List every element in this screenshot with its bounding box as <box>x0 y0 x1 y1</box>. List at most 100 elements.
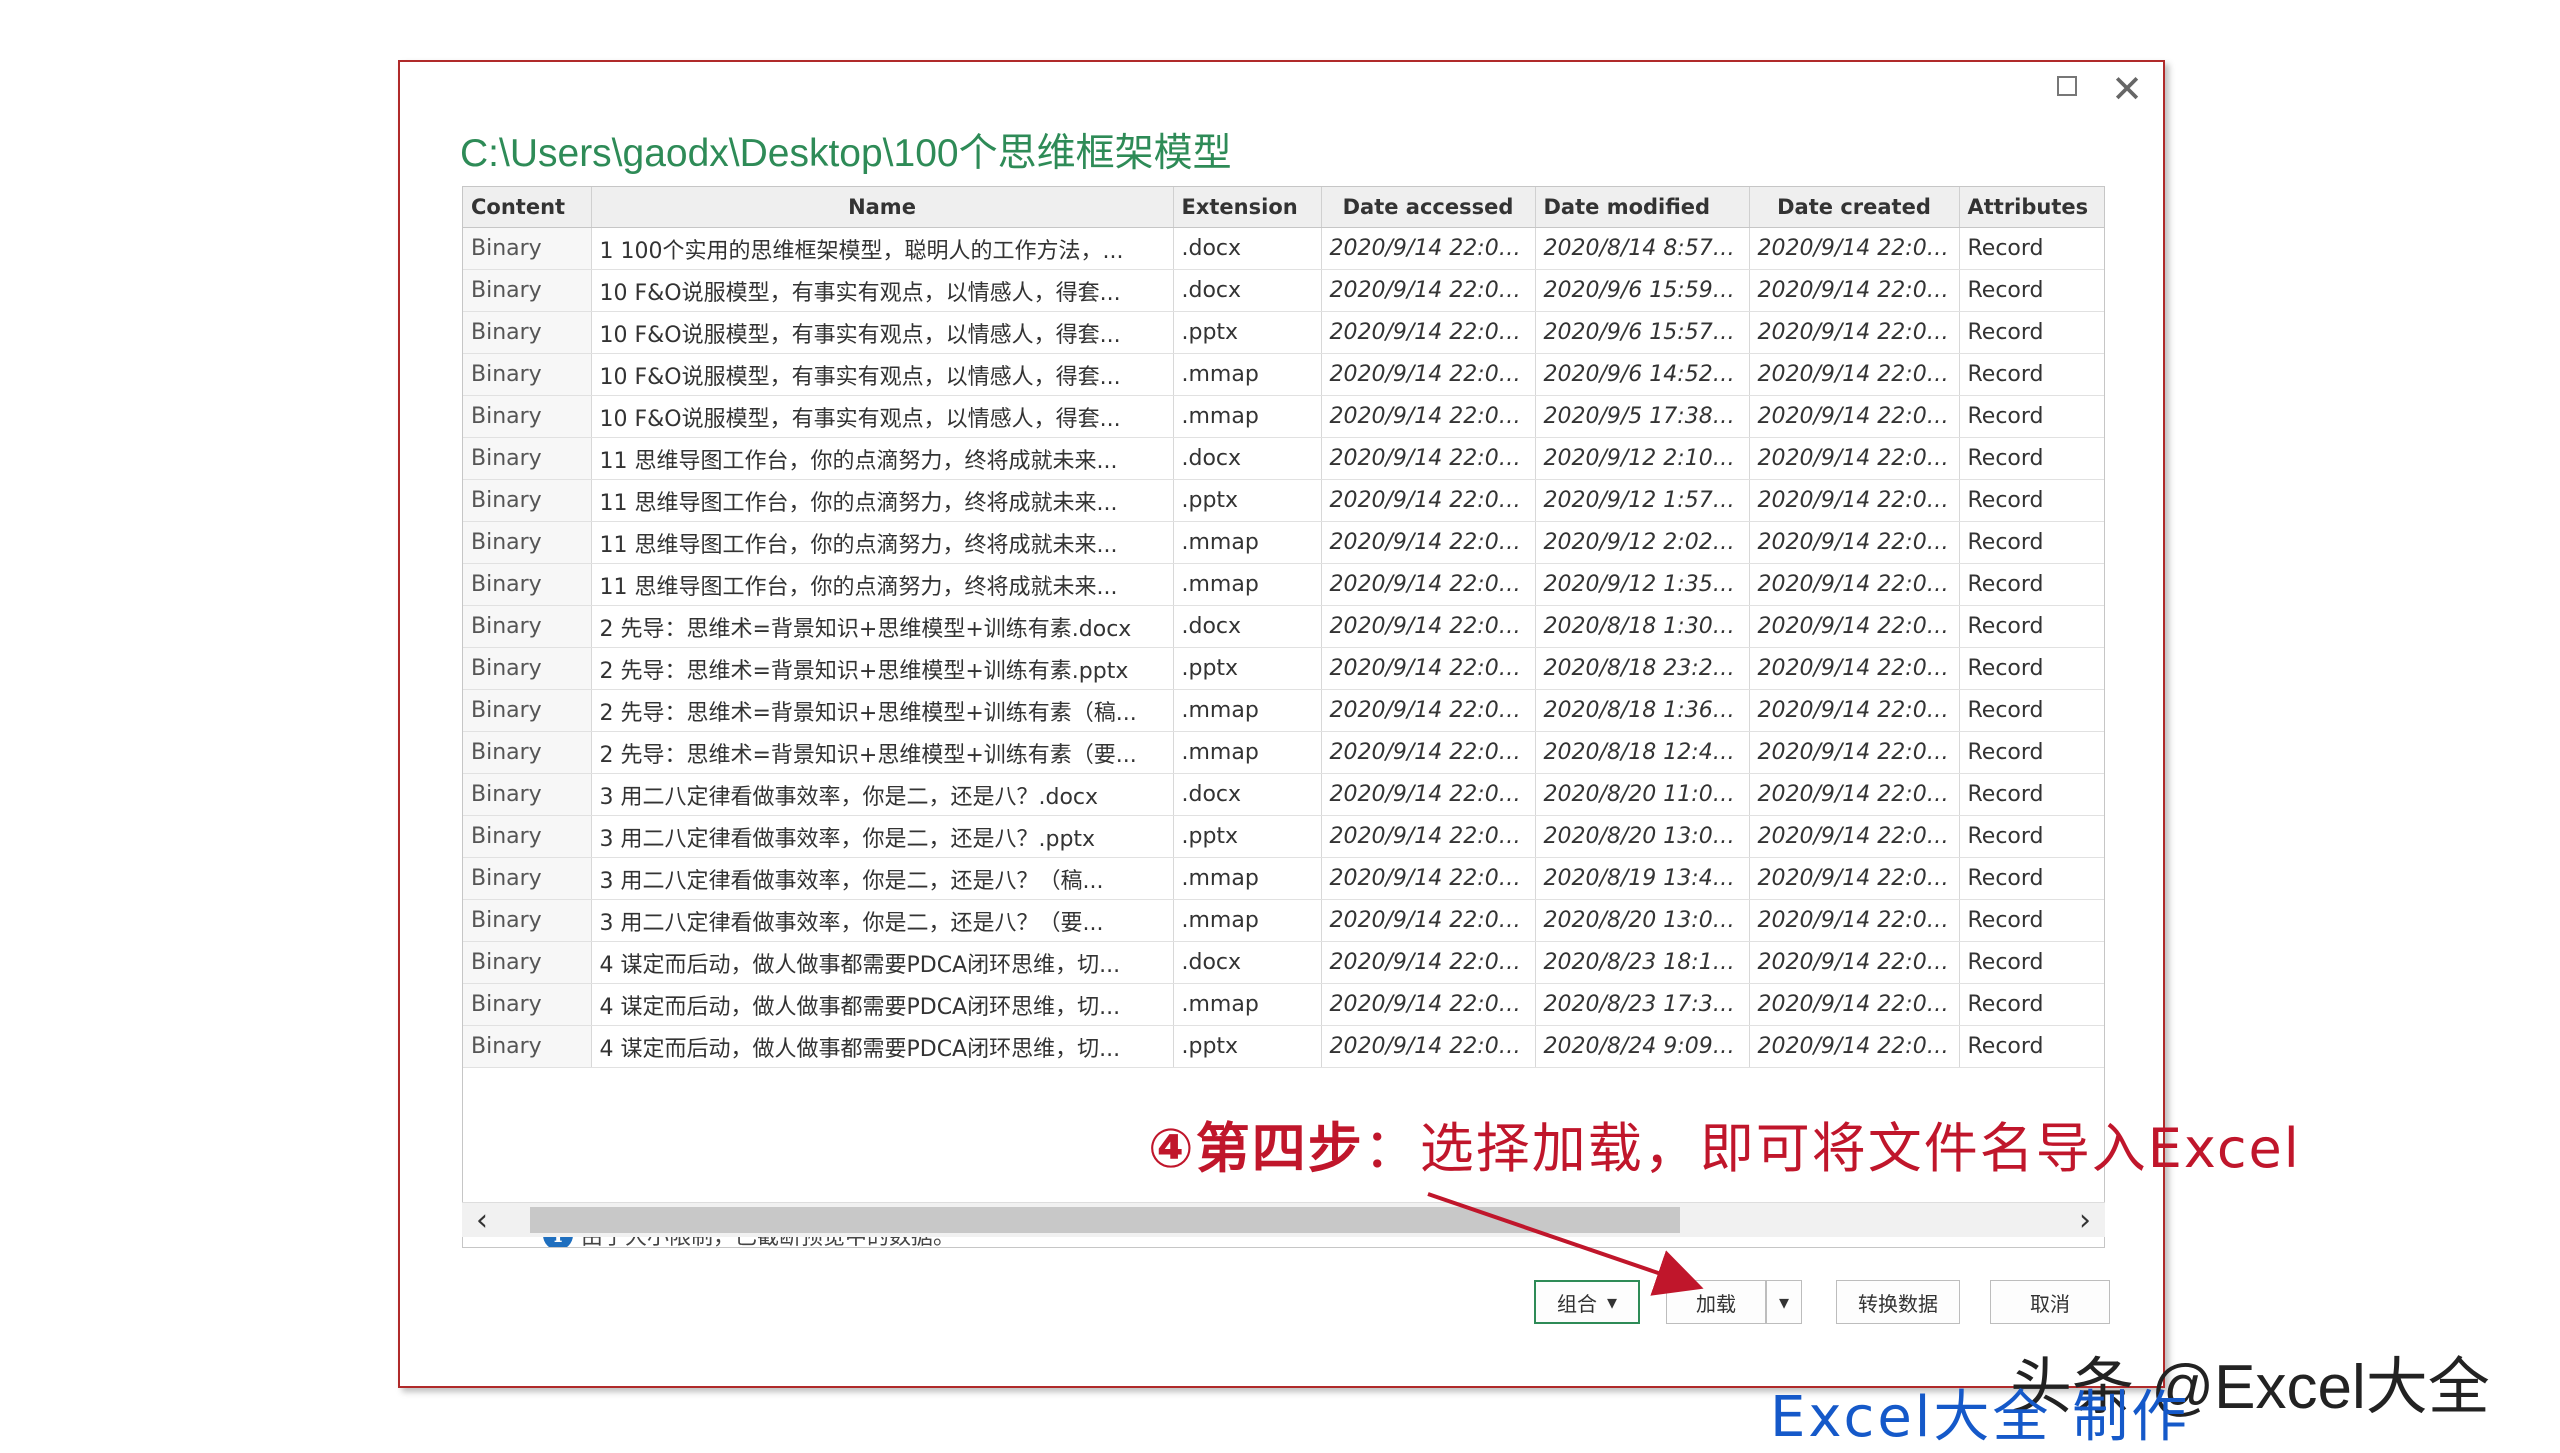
table-row[interactable]: Binary 11 思维导图工作台，你的点滴努力，终将成就未来... .mmap 20… <box>463 563 2104 606</box>
credit-text: Excel大全 制作 <box>1770 1385 2191 1450</box>
cell-date-created: 2020/9/14 22:03:14 <box>1749 227 1960 270</box>
cell-date-modified: 2020/8/18 23:28:59 <box>1535 647 1750 690</box>
table-row[interactable]: Binary 3 用二八定律看做事效率，你是二，还是八？（稿... .mmap 202… <box>463 857 2104 900</box>
cell-content[interactable]: Binary <box>463 311 592 354</box>
cell-content[interactable]: Binary <box>463 563 592 606</box>
cell-content[interactable]: Binary <box>463 269 592 312</box>
cell-date-modified: 2020/8/20 13:02:23 <box>1535 899 1750 942</box>
table-row[interactable]: Binary 11 思维导图工作台，你的点滴努力，终将成就未来... .mmap 20… <box>463 521 2104 564</box>
cell-date-modified: 2020/9/6 15:59:35 <box>1535 269 1750 312</box>
cell-attributes: Record <box>1959 731 2104 774</box>
scroll-right-icon[interactable]: › <box>2065 1203 2105 1238</box>
table-row[interactable]: Binary 3 用二八定律看做事效率，你是二，还是八？.docx .docx 202… <box>463 773 2104 816</box>
table-row[interactable]: Binary 3 用二八定律看做事效率，你是二，还是八？（要... .mmap 202… <box>463 899 2104 942</box>
table-row[interactable]: Binary 11 思维导图工作台，你的点滴努力，终将成就未来... .pptx 20… <box>463 479 2104 522</box>
column-header-date-modified[interactable]: Date modified <box>1535 187 1750 228</box>
cell-name: 10 F&O说服模型，有事实有观点，以情感人，得套... <box>591 395 1174 438</box>
table-row[interactable]: Binary 4 谋定而后动，做人做事都需要PDCA闭环思维，切... .mmap 2… <box>463 983 2104 1026</box>
cell-name: 3 用二八定律看做事效率，你是二，还是八？.pptx <box>591 815 1174 858</box>
cell-date-created: 2020/9/14 22:03:14 <box>1749 479 1960 522</box>
cell-date-accessed: 2020/9/14 22:03:17 <box>1321 269 1536 312</box>
cell-extension: .mmap <box>1173 983 1322 1026</box>
cell-content[interactable]: Binary <box>463 1025 592 1068</box>
cell-date-created: 2020/9/14 22:03:14 <box>1749 731 1960 774</box>
cancel-button[interactable]: 取消 <box>1990 1280 2110 1324</box>
table-row[interactable]: Binary 2 先导：思维术=背景知识+思维模型+训练有素.docx .docx 2… <box>463 605 2104 648</box>
cell-extension: .pptx <box>1173 1025 1322 1068</box>
cell-content[interactable]: Binary <box>463 983 592 1026</box>
cell-date-created: 2020/9/14 22:03:14 <box>1749 605 1960 648</box>
table-row[interactable]: Binary 1 100个实用的思维框架模型，聪明人的工作方法，... .docx 2… <box>463 227 2104 270</box>
table-row[interactable]: Binary 3 用二八定律看做事效率，你是二，还是八？.pptx .pptx 202… <box>463 815 2104 858</box>
combine-button[interactable]: 组合 ▾ <box>1534 1280 1640 1324</box>
cell-content[interactable]: Binary <box>463 857 592 900</box>
column-header-content[interactable]: Content <box>463 187 592 228</box>
close-icon[interactable]: ✕ <box>2111 70 2143 108</box>
cell-attributes: Record <box>1959 605 2104 648</box>
cell-date-created: 2020/9/14 22:03:18 <box>1749 563 1960 606</box>
table-row[interactable]: Binary 10 F&O说服模型，有事实有观点，以情感人，得套... .mmap 2… <box>463 353 2104 396</box>
table-row[interactable]: Binary 4 谋定而后动，做人做事都需要PDCA闭环思维，切... .pptx 2… <box>463 1025 2104 1068</box>
folder-path-title: C:\Users\gaodx\Desktop\100个思维框架模型 <box>460 132 1232 175</box>
cell-content[interactable]: Binary <box>463 731 592 774</box>
cell-content[interactable]: Binary <box>463 227 592 270</box>
maximize-icon[interactable] <box>2057 76 2077 96</box>
cell-content[interactable]: Binary <box>463 815 592 858</box>
table-row[interactable]: Binary 10 F&O说服模型，有事实有观点，以情感人，得套... .mmap 2… <box>463 395 2104 438</box>
scroll-left-icon[interactable]: ‹ <box>462 1203 502 1238</box>
cell-date-created: 2020/9/14 22:03:16 <box>1749 941 1960 984</box>
cell-content[interactable]: Binary <box>463 689 592 732</box>
load-button[interactable]: 加载 <box>1666 1280 1766 1324</box>
cell-date-modified: 2020/8/18 1:30:13 <box>1535 605 1750 648</box>
table-row[interactable]: Binary 4 谋定而后动，做人做事都需要PDCA闭环思维，切... .docx 2… <box>463 941 2104 984</box>
table-row[interactable]: Binary 2 先导：思维术=背景知识+思维模型+训练有素.pptx .pptx 2… <box>463 647 2104 690</box>
cell-date-accessed: 2020/9/14 22:03:16 <box>1321 941 1536 984</box>
cell-attributes: Record <box>1959 269 2104 312</box>
column-header-date-created[interactable]: Date created <box>1749 187 1960 228</box>
cell-attributes: Record <box>1959 521 2104 564</box>
cell-date-modified: 2020/8/24 9:09:50 <box>1535 1025 1750 1068</box>
transform-data-button[interactable]: 转换数据 <box>1836 1280 1960 1324</box>
step-number: ④第四步 <box>1148 1117 1364 1180</box>
cell-date-accessed: 2020/9/14 22:03:16 <box>1321 1025 1536 1068</box>
cell-content[interactable]: Binary <box>463 941 592 984</box>
cell-date-accessed: 2020/9/14 22:03:18 <box>1321 521 1536 564</box>
cell-name: 2 先导：思维术=背景知识+思维模型+训练有素.docx <box>591 605 1174 648</box>
cell-content[interactable]: Binary <box>463 437 592 480</box>
table-header-row: Content Name Extension Date accessed Dat… <box>463 187 2104 228</box>
cell-content[interactable]: Binary <box>463 647 592 690</box>
cell-content[interactable]: Binary <box>463 395 592 438</box>
cell-content[interactable]: Binary <box>463 605 592 648</box>
cell-date-accessed: 2020/9/14 22:03:15 <box>1321 773 1536 816</box>
table-row[interactable]: Binary 2 先导：思维术=背景知识+思维模型+训练有素（稿... .mmap 2… <box>463 689 2104 732</box>
column-header-extension[interactable]: Extension <box>1173 187 1322 228</box>
cell-content[interactable]: Binary <box>463 521 592 564</box>
cancel-button-label: 取消 <box>2030 1291 2070 1316</box>
cell-name: 11 思维导图工作台，你的点滴努力，终将成就未来... <box>591 521 1174 564</box>
load-dropdown-button[interactable]: ▾ <box>1766 1280 1802 1324</box>
cell-date-created: 2020/9/14 22:03:15 <box>1749 815 1960 858</box>
cell-date-accessed: 2020/9/14 22:03:18 <box>1321 437 1536 480</box>
horizontal-scrollbar[interactable]: ‹ › <box>462 1202 2105 1238</box>
cell-date-created: 2020/9/14 22:03:17 <box>1749 311 1960 354</box>
cell-content[interactable]: Binary <box>463 353 592 396</box>
cell-date-modified: 2020/9/5 17:38:22 <box>1535 395 1750 438</box>
cell-extension: .mmap <box>1173 857 1322 900</box>
table-row[interactable]: Binary 10 F&O说服模型，有事实有观点，以情感人，得套... .pptx 2… <box>463 311 2104 354</box>
cell-attributes: Record <box>1959 689 2104 732</box>
cell-extension: .docx <box>1173 773 1322 816</box>
cell-attributes: Record <box>1959 815 2104 858</box>
column-header-name[interactable]: Name <box>591 187 1174 228</box>
table-row[interactable]: Binary 11 思维导图工作台，你的点滴努力，终将成就未来... .docx 20… <box>463 437 2104 480</box>
table-row[interactable]: Binary 2 先导：思维术=背景知识+思维模型+训练有素（要... .mmap 2… <box>463 731 2104 774</box>
cell-content[interactable]: Binary <box>463 899 592 942</box>
cell-date-accessed: 2020/9/14 22:03:16 <box>1321 815 1536 858</box>
column-header-attributes[interactable]: Attributes <box>1959 187 2104 228</box>
cell-content[interactable]: Binary <box>463 479 592 522</box>
column-header-date-accessed[interactable]: Date accessed <box>1321 187 1536 228</box>
cell-content[interactable]: Binary <box>463 773 592 816</box>
scrollbar-thumb[interactable] <box>530 1207 1680 1233</box>
cell-date-accessed: 2020/9/14 22:03:18 <box>1321 563 1536 606</box>
table-row[interactable]: Binary 10 F&O说服模型，有事实有观点，以情感人，得套... .docx 2… <box>463 269 2104 312</box>
cell-name: 10 F&O说服模型，有事实有观点，以情感人，得套... <box>591 269 1174 312</box>
